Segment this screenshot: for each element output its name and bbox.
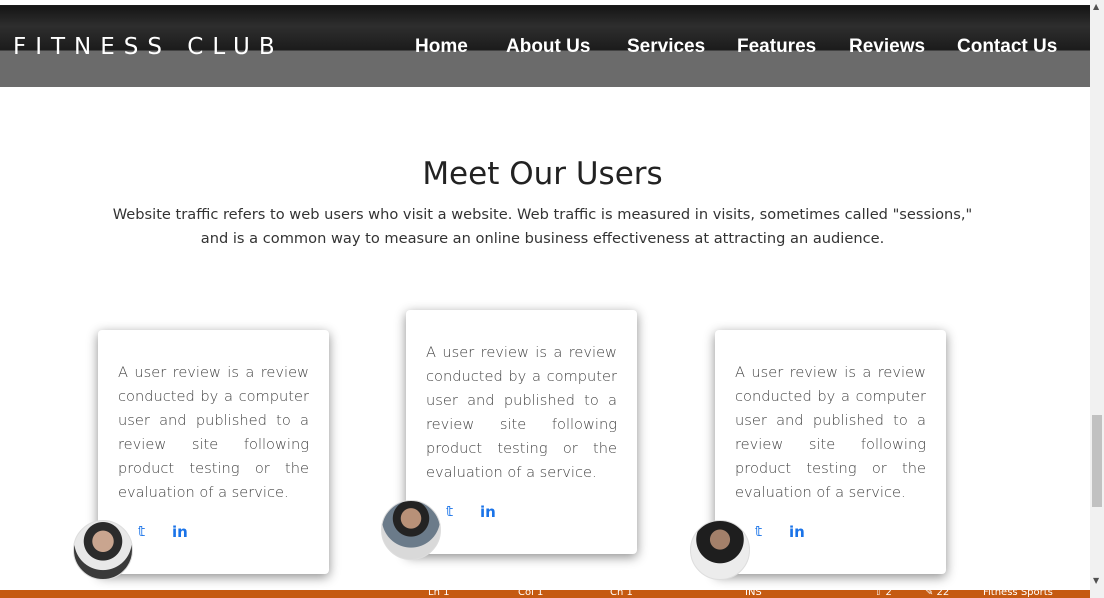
scroll-thumb[interactable] (1092, 415, 1102, 507)
nav-services[interactable]: Services (627, 36, 705, 58)
status-upload-count: ⇧ 2 (874, 590, 892, 598)
linkedin-icon[interactable]: in (789, 523, 805, 541)
twitter-icon[interactable]: 𝕥 (446, 504, 453, 520)
linkedin-icon[interactable]: in (480, 503, 496, 521)
user-avatar (73, 520, 133, 580)
nav-home[interactable]: Home (415, 36, 468, 58)
review-text: A user review is a review conducted by a… (118, 364, 309, 501)
linkedin-icon[interactable]: in (172, 523, 188, 541)
brand-logo[interactable]: FITNESS CLUB (13, 34, 284, 60)
scroll-up-icon[interactable]: ▲ (1093, 2, 1099, 11)
status-project-name: Fitness Sports (983, 590, 1053, 598)
nav-contact-us[interactable]: Contact Us (957, 36, 1057, 58)
nav-reviews[interactable]: Reviews (849, 36, 925, 58)
review-card: A user review is a review conducted by a… (715, 330, 946, 574)
status-edit-count: ✎ 22 (925, 590, 950, 598)
review-text: A user review is a review conducted by a… (426, 344, 617, 481)
twitter-icon[interactable]: 𝕥 (138, 524, 145, 540)
twitter-icon[interactable]: 𝕥 (755, 524, 762, 540)
scroll-down-icon[interactable]: ▼ (1093, 576, 1099, 585)
review-text: A user review is a review conducted by a… (735, 364, 926, 501)
status-line: Ln 1 (428, 590, 450, 598)
user-avatar (381, 500, 441, 560)
vertical-scrollbar[interactable]: ▲ ▼ (1090, 0, 1104, 598)
user-avatar (690, 520, 750, 580)
nav-about-us[interactable]: About Us (506, 36, 590, 58)
section-title: Meet Our Users (422, 156, 663, 192)
editor-status-bar: Ln 1 Col 1 Ch 1 INS ⇧ 2 ✎ 22 Fitness Spo… (0, 590, 1090, 598)
status-char: Ch 1 (610, 590, 633, 598)
review-card: A user review is a review conducted by a… (98, 330, 329, 574)
review-card: A user review is a review conducted by a… (406, 310, 637, 554)
section-description: Website traffic refers to web users who … (112, 206, 973, 247)
nav-features[interactable]: Features (737, 36, 816, 58)
site-header: FITNESS CLUB Home About Us Services Feat… (0, 0, 1090, 87)
status-column: Col 1 (518, 590, 544, 598)
status-insert-mode: INS (745, 590, 762, 598)
